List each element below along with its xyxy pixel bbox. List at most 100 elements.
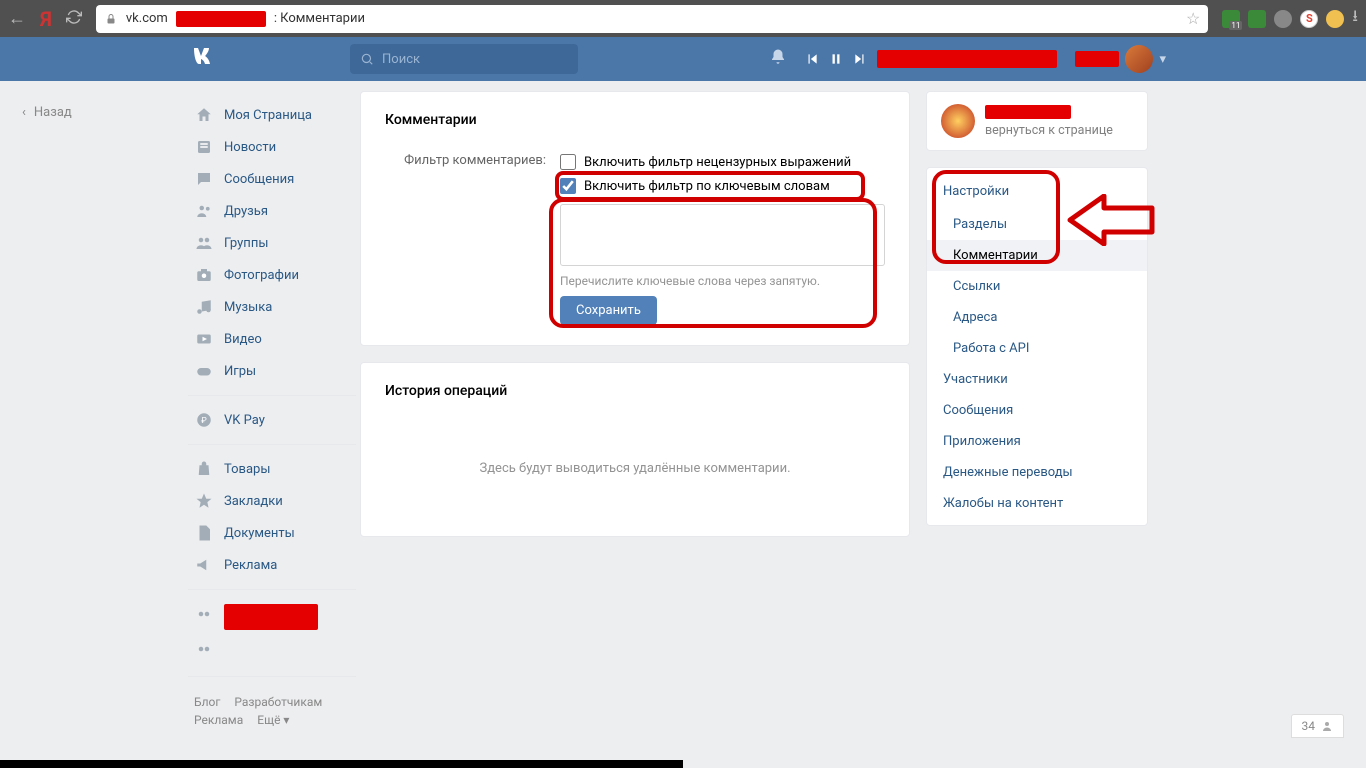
nav-news[interactable]: Новости (188, 131, 356, 163)
save-button[interactable]: Сохранить (560, 296, 657, 325)
user-menu[interactable]: ▾ (1075, 45, 1166, 73)
video-icon (194, 329, 214, 349)
vk-topbar: Поиск ▾ (0, 37, 1366, 81)
redacted-track-title (877, 50, 1057, 68)
nav-friends[interactable]: Друзья (188, 195, 356, 227)
bag-icon (194, 459, 214, 479)
history-card: История операций Здесь будут выводиться … (360, 362, 910, 537)
notifications-bell-icon[interactable] (769, 48, 787, 70)
menu-addresses[interactable]: Адреса (927, 302, 1147, 333)
back-label: Назад (34, 105, 72, 120)
left-navigation: Моя Страница Новости Сообщения Друзья Гр… (188, 91, 356, 737)
keywords-hint: Перечислите ключевые слова через запятую… (560, 274, 885, 288)
menu-links[interactable]: Ссылки (927, 271, 1147, 302)
menu-sections[interactable]: Разделы (927, 209, 1147, 240)
online-count: 34 (1302, 719, 1316, 733)
nav-documents[interactable]: Документы (188, 517, 356, 549)
history-empty-text: Здесь будут выводиться удалённые коммент… (385, 421, 885, 516)
filter-label: Фильтр комментариев: (385, 150, 560, 168)
yandex-logo-icon[interactable]: Я (40, 7, 52, 31)
player-pause-icon[interactable] (829, 52, 843, 66)
nav-my-page[interactable]: Моя Страница (188, 99, 356, 131)
footer-blog[interactable]: Блог (194, 695, 220, 709)
footer-developers[interactable]: Разработчикам (234, 695, 322, 709)
extension-download-icon[interactable] (1248, 10, 1266, 28)
address-bar[interactable]: vk.com : Комментарии ☆ (96, 5, 1209, 33)
search-input[interactable]: Поиск (350, 44, 578, 74)
music-icon (194, 297, 214, 317)
download-arrow-icon[interactable]: ⭳ (1352, 5, 1358, 32)
chevron-left-icon: ‹ (22, 105, 26, 120)
star-icon (194, 491, 214, 511)
footer-more[interactable]: Ещё ▾ (257, 713, 289, 727)
history-heading: История операций (385, 383, 885, 399)
community-avatar (941, 104, 975, 138)
redacted-community-name (985, 105, 1071, 119)
home-icon (194, 105, 214, 125)
svg-text:₽: ₽ (201, 416, 207, 426)
extension-globe-icon[interactable] (1274, 10, 1292, 28)
player-prev-icon[interactable] (805, 52, 819, 66)
search-placeholder: Поиск (382, 52, 420, 67)
url-host: vk.com (126, 11, 168, 26)
footer-links: Блог Разработчикам Реклама Ещё ▾ (188, 685, 356, 737)
news-icon (194, 137, 214, 157)
extension-orange-icon[interactable] (1326, 10, 1344, 28)
menu-messages[interactable]: Сообщения (927, 395, 1147, 426)
community-icon (194, 642, 214, 662)
nav-community-1[interactable] (188, 598, 356, 636)
menu-members[interactable]: Участники (927, 364, 1147, 395)
menu-api[interactable]: Работа с API (927, 333, 1147, 364)
search-icon (360, 52, 374, 66)
keywords-textarea[interactable] (560, 204, 885, 266)
lock-icon (104, 12, 118, 26)
reload-icon[interactable] (66, 9, 82, 29)
redacted-community-name (176, 11, 266, 27)
camera-icon (194, 265, 214, 285)
menu-money[interactable]: Денежные переводы (927, 457, 1147, 488)
online-count-widget[interactable]: 34 (1291, 714, 1345, 738)
profanity-filter-label: Включить фильтр нецензурных выражений (584, 155, 851, 170)
nav-music[interactable]: Музыка (188, 291, 356, 323)
menu-comments[interactable]: Комментарии (927, 240, 1147, 271)
nav-community-2[interactable] (188, 636, 356, 668)
back-arrow-icon[interactable]: ← (8, 8, 26, 29)
nav-games[interactable]: Игры (188, 355, 356, 387)
redacted-user-name (1075, 51, 1119, 67)
bookmark-star-icon[interactable]: ☆ (1186, 9, 1200, 28)
user-avatar (1125, 45, 1153, 73)
player-next-icon[interactable] (853, 52, 867, 66)
nav-messages[interactable]: Сообщения (188, 163, 356, 195)
chevron-down-icon: ▾ (1159, 52, 1166, 67)
extension-icons: 11 S ⭳ (1222, 5, 1358, 32)
profanity-filter-checkbox[interactable] (560, 154, 576, 170)
nav-bookmarks[interactable]: Закладки (188, 485, 356, 517)
keyword-filter-checkbox[interactable] (560, 178, 576, 194)
extension-s-icon[interactable]: S (1300, 10, 1318, 28)
settings-menu-head[interactable]: Настройки (927, 178, 1147, 209)
person-icon (1321, 720, 1333, 732)
comments-heading: Комментарии (385, 112, 885, 128)
vk-logo[interactable] (192, 47, 220, 72)
nav-ads[interactable]: Реклама (188, 549, 356, 581)
community-icon (194, 607, 214, 627)
page-title-suffix: : Комментарии (274, 11, 365, 26)
nav-photos[interactable]: Фотографии (188, 259, 356, 291)
document-icon (194, 523, 214, 543)
menu-reports[interactable]: Жалобы на контент (927, 488, 1147, 519)
nav-vkpay[interactable]: ₽VK Pay (188, 404, 356, 436)
settings-menu: Настройки Разделы Комментарии Ссылки Адр… (926, 167, 1148, 526)
extension-shield-icon[interactable]: 11 (1222, 10, 1240, 28)
nav-market[interactable]: Товары (188, 453, 356, 485)
nav-video[interactable]: Видео (188, 323, 356, 355)
groups-icon (194, 233, 214, 253)
back-link[interactable]: ‹ Назад (22, 105, 178, 120)
messages-icon (194, 169, 214, 189)
menu-apps[interactable]: Приложения (927, 426, 1147, 457)
return-to-page-link[interactable]: вернуться к странице (985, 123, 1113, 138)
bottom-bar (0, 760, 683, 768)
footer-ads[interactable]: Реклама (194, 713, 243, 727)
redacted-community-1 (224, 604, 318, 630)
nav-groups[interactable]: Группы (188, 227, 356, 259)
community-header-card[interactable]: вернуться к странице (926, 91, 1148, 151)
